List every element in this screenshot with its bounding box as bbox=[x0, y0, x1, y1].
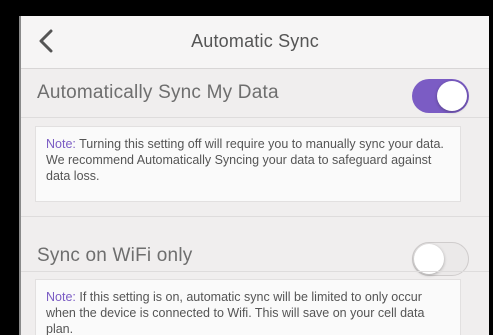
auto-sync-label: Automatically Sync My Data bbox=[37, 82, 279, 103]
divider bbox=[21, 216, 489, 217]
nav-header: Automatic Sync bbox=[21, 16, 489, 69]
sync-settings-screen: Automatic Sync Automatically Sync My Dat… bbox=[19, 16, 489, 335]
divider bbox=[21, 117, 489, 118]
wifi-only-row: Sync on WiFi only bbox=[21, 235, 489, 279]
auto-sync-row: Automatically Sync My Data bbox=[21, 72, 489, 116]
note-prefix: Note: bbox=[46, 290, 76, 304]
wifi-only-note: Note: If this setting is on, automatic s… bbox=[35, 279, 461, 335]
page-title: Automatic Sync bbox=[191, 31, 319, 51]
divider bbox=[21, 271, 489, 272]
auto-sync-toggle[interactable] bbox=[412, 79, 469, 113]
auto-sync-note: Note: Turning this setting off will requ… bbox=[35, 126, 461, 202]
toggle-knob bbox=[414, 244, 444, 274]
note-prefix: Note: bbox=[46, 137, 76, 151]
wifi-only-label: Sync on WiFi only bbox=[37, 245, 193, 266]
note-text: If this setting is on, automatic sync wi… bbox=[46, 290, 425, 335]
note-text: Turning this setting off will require yo… bbox=[46, 137, 444, 183]
toggle-knob bbox=[437, 81, 467, 111]
